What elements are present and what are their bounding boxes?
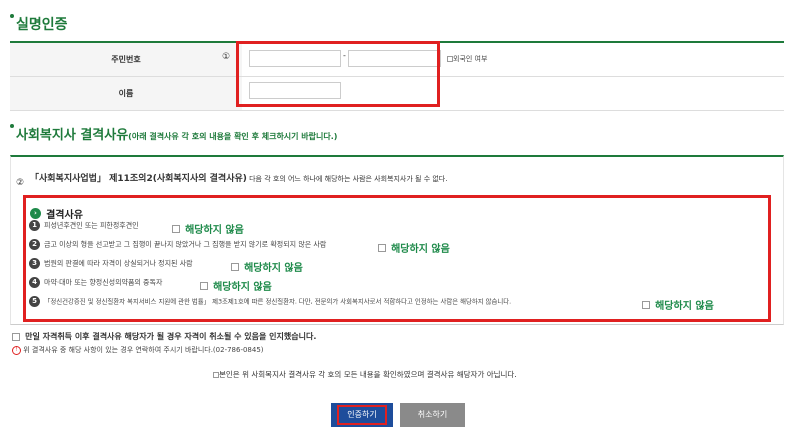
number-2-icon: 2 (29, 239, 40, 250)
disq-item-5-option[interactable]: 해당하지 않음 (642, 294, 714, 313)
contact-notice: ! 위 결격사유 중 해당 사항이 있는 경우 연락하여 주시기 바랍니다.(0… (12, 345, 264, 355)
disq-item-5-checkbox[interactable] (642, 300, 650, 309)
foreigner-label: 외국인 여부 (453, 55, 488, 63)
name-label: 이름 (10, 77, 242, 110)
disq-item-3-option[interactable]: 해당하지 않음 (231, 256, 303, 275)
cancel-notice-text: 만일 자격취득 이후 결격사유 해당자가 될 경우 자격이 취소될 수 있음을 … (25, 332, 317, 341)
foreigner-option[interactable]: 외국인 여부 (447, 54, 487, 64)
cancel-notice-option[interactable]: 만일 자격취득 이후 결격사유 해당자가 될 경우 자격이 취소될 수 있음을 … (12, 326, 316, 345)
number-4-icon: 4 (29, 277, 40, 288)
verify-button-highlight (337, 405, 387, 425)
disq-item-5: 5 「정신건강증진 및 정신질환자 복지서비스 지원에 관한 법률」 제3조제1호… (29, 296, 511, 307)
disq-item-1-checkbox[interactable] (172, 224, 180, 233)
disq-item-4-option[interactable]: 해당하지 않음 (200, 275, 272, 294)
final-confirm-option[interactable]: 본인은 위 사회복지사 결격사유 각 호의 모든 내용을 확인하였으며 결격사유… (213, 369, 517, 380)
disq-item-4-checkbox[interactable] (200, 281, 208, 290)
law-reference: 「사회복지사업법」 제11조의2(사회복지사의 결격사유) 다음 각 호의 어느… (30, 174, 448, 184)
cancel-button[interactable]: 취소하기 (400, 403, 465, 427)
title-bullet (10, 14, 14, 18)
disq-item-3: 3 법원의 판결에 따라 자격이 상실되거나 정지된 사람 (29, 258, 193, 269)
disq-item-1: 1 피성년후견인 또는 피한정후견인 (29, 220, 139, 231)
step-one-marker: ① (222, 52, 231, 62)
input-highlight-box (236, 41, 440, 107)
rrn-label: 주민번호 (10, 43, 242, 76)
final-confirm-text: 본인은 위 사회복지사 결격사유 각 호의 모든 내용을 확인하였으며 결격사유… (219, 370, 517, 379)
disq-item-4: 4 마약·대마 또는 향정신성의약품의 중독자 (29, 277, 162, 288)
number-3-icon: 3 (29, 258, 40, 269)
section-title-real-name: 실명인증 (10, 14, 68, 34)
number-5-icon: 5 (29, 296, 40, 307)
disq-item-1-option[interactable]: 해당하지 않음 (172, 218, 244, 237)
disq-item-3-checkbox[interactable] (231, 262, 239, 271)
disq-item-2-checkbox[interactable] (378, 243, 386, 252)
number-1-icon: 1 (29, 220, 40, 231)
warning-icon: ! (12, 345, 21, 355)
title-bullet (10, 124, 14, 128)
section-title-disqualification: 사회복지사 결격사유(아래 결격사유 각 호의 내용을 확인 후 체크하시기 바… (10, 124, 337, 143)
disq-item-2: 2 금고 이상의 형을 선고받고 그 집행이 끝나지 않았거나 그 집행을 받지 … (29, 239, 326, 250)
disq-item-2-option[interactable]: 해당하지 않음 (378, 237, 450, 256)
step-two-marker: ② (16, 178, 25, 188)
green-arrow-icon: › (30, 208, 41, 219)
cancel-notice-checkbox[interactable] (12, 332, 20, 341)
